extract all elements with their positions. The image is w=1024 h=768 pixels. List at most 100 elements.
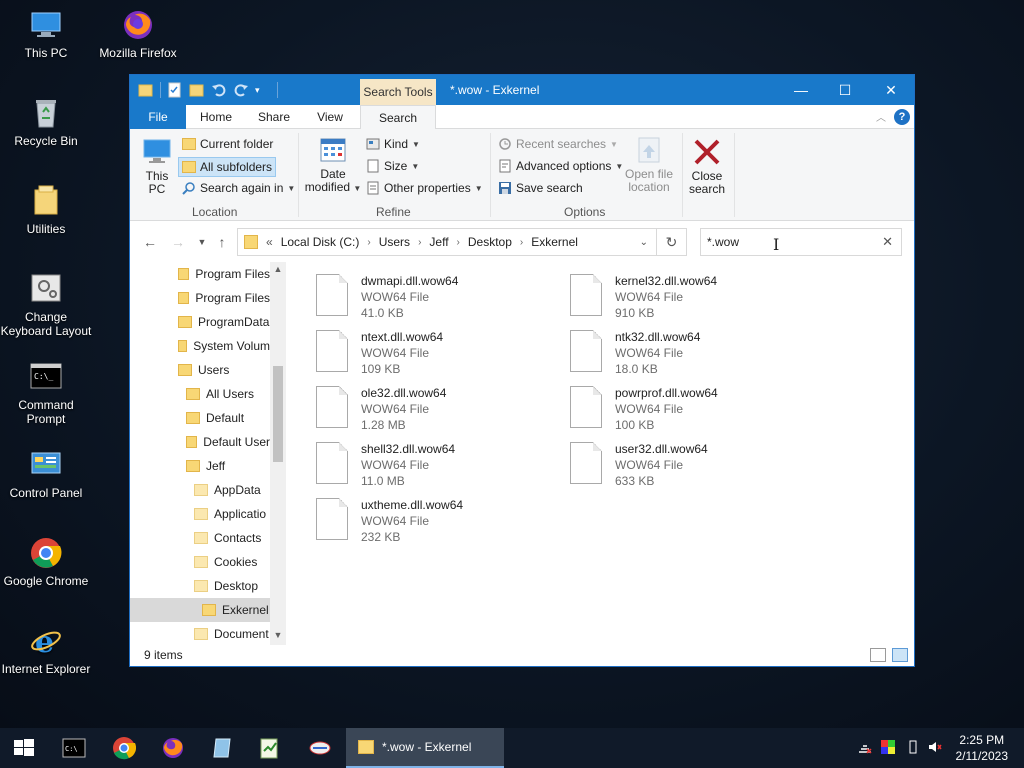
taskbar-notepad-icon[interactable] — [258, 736, 282, 760]
search-again-in-button[interactable]: Search again in ▼ — [182, 181, 295, 195]
nav-item[interactable]: Default User — [130, 430, 270, 454]
nav-item[interactable]: Program Files — [130, 262, 270, 286]
this-pc-button[interactable]: This PC — [140, 137, 174, 196]
volume-muted-icon[interactable] — [928, 740, 942, 754]
address-overflow[interactable]: « — [266, 235, 273, 249]
clear-search-icon[interactable]: ✕ — [882, 229, 893, 255]
color-app-icon[interactable] — [881, 740, 895, 754]
file-item[interactable]: ntk32.dll.wow64 WOW64 File 18.0 KB — [544, 326, 794, 378]
nav-item[interactable]: Desktop — [130, 574, 270, 598]
maximize-button[interactable]: ☐ — [822, 75, 868, 105]
save-search-button[interactable]: Save search — [498, 181, 583, 195]
desktop-icon-internet-explorer[interactable]: e Internet Explorer — [0, 624, 92, 676]
taskbar-chrome-icon[interactable] — [112, 736, 137, 760]
properties-icon[interactable] — [167, 82, 183, 98]
tab-share[interactable]: Share — [246, 105, 302, 129]
scroll-down-icon[interactable]: ▼ — [270, 630, 286, 640]
date-modified-button[interactable]: Date modified ▼ — [304, 135, 362, 195]
chevron-down-icon: ▼ — [474, 183, 483, 193]
desktop-icon-firefox[interactable]: Mozilla Firefox — [92, 8, 184, 60]
breadcrumb-desktop[interactable]: Desktop — [468, 235, 512, 249]
address-dropdown-icon[interactable]: ⌄ — [640, 237, 648, 248]
breadcrumb-exkernel[interactable]: Exkernel — [531, 235, 578, 249]
desktop-icon-utilities[interactable]: Utilities — [0, 184, 92, 236]
undo-icon[interactable] — [211, 82, 227, 98]
taskbar-command-prompt-icon[interactable]: C:\ — [62, 736, 86, 760]
advanced-options-button[interactable]: Advanced options ▼ — [498, 159, 623, 173]
taskbar-network-icon[interactable] — [308, 736, 332, 760]
nav-item[interactable]: Contacts — [130, 526, 270, 550]
file-item[interactable]: dwmapi.dll.wow64 WOW64 File 41.0 KB — [290, 270, 540, 322]
tab-home[interactable]: Home — [188, 105, 244, 129]
scroll-thumb[interactable] — [273, 366, 283, 462]
network-icon[interactable] — [858, 740, 872, 754]
tiles-view-icon[interactable] — [892, 648, 908, 662]
taskbar-task-file-explorer[interactable]: *.wow - Exkernel — [346, 728, 504, 768]
all-subfolders-button[interactable]: All subfolders — [178, 157, 277, 177]
desktop-icon-control-panel[interactable]: Control Panel — [0, 448, 92, 500]
file-item[interactable]: kernel32.dll.wow64 WOW64 File 910 KB — [544, 270, 794, 322]
desktop-icon-label: Change Keyboard Layout — [0, 310, 92, 338]
help-icon[interactable]: ? — [894, 109, 910, 125]
file-item[interactable]: user32.dll.wow64 WOW64 File 633 KB — [544, 438, 794, 490]
kind-button[interactable]: Kind ▼ — [366, 137, 420, 151]
customize-toolbar-icon[interactable]: ▾ — [255, 82, 271, 98]
up-button[interactable]: ↑ — [212, 234, 232, 250]
title-bar[interactable]: ▾ Search Tools *.wow - Exkernel — ☐ ✕ — [130, 75, 914, 105]
taskbar-app-icon[interactable] — [210, 736, 234, 760]
taskbar-firefox-icon[interactable] — [161, 736, 185, 760]
start-button[interactable] — [0, 728, 48, 768]
open-file-location-button[interactable]: Open file location — [622, 135, 676, 194]
folder-icon — [194, 508, 208, 520]
tab-search[interactable]: Search — [360, 105, 436, 130]
file-item[interactable]: shell32.dll.wow64 WOW64 File 11.0 MB — [290, 438, 540, 490]
nav-item[interactable]: Program Files — [130, 286, 270, 310]
current-folder-button[interactable]: Current folder — [182, 137, 273, 151]
forward-button[interactable]: → — [168, 234, 188, 250]
desktop-icon-command-prompt[interactable]: C:\_ Command Prompt — [0, 360, 92, 426]
scroll-up-icon[interactable]: ▲ — [270, 264, 286, 274]
nav-item[interactable]: Jeff — [130, 454, 270, 478]
nav-item[interactable]: Users — [130, 358, 270, 382]
desktop-icon-google-chrome[interactable]: Google Chrome — [0, 536, 92, 588]
file-item[interactable]: powrprof.dll.wow64 WOW64 File 100 KB — [544, 382, 794, 434]
desktop-icon-this-pc[interactable]: This PC — [0, 8, 92, 60]
nav-item[interactable]: AppData — [130, 478, 270, 502]
nav-item[interactable]: All Users — [130, 382, 270, 406]
details-view-icon[interactable] — [870, 648, 886, 662]
recent-locations-button[interactable]: ▼ — [192, 237, 212, 247]
usb-icon[interactable] — [906, 740, 920, 754]
desktop-icon-change-keyboard-layout[interactable]: Change Keyboard Layout — [0, 272, 93, 338]
nav-item[interactable]: Default — [130, 406, 270, 430]
nav-item[interactable]: ProgramData — [130, 310, 270, 334]
minimize-button[interactable]: — — [778, 75, 824, 105]
search-input[interactable]: *.wow I ✕ — [700, 228, 902, 256]
collapse-ribbon-icon[interactable]: ︿ — [876, 109, 886, 124]
back-button[interactable]: ← — [140, 234, 160, 250]
chrome-icon — [29, 536, 63, 570]
nav-item[interactable]: System Volum — [130, 334, 270, 358]
breadcrumb-jeff[interactable]: Jeff — [429, 235, 448, 249]
system-clock[interactable]: 2:25 PM 2/11/2023 — [956, 732, 1009, 764]
address-bar[interactable]: « Local Disk (C:) › Users › Jeff › Deskt… — [237, 228, 657, 256]
file-item[interactable]: ntext.dll.wow64 WOW64 File 109 KB — [290, 326, 540, 378]
close-search-button[interactable]: Close search — [686, 137, 728, 196]
close-button[interactable]: ✕ — [868, 75, 914, 105]
nav-item[interactable]: Exkernel — [130, 598, 270, 622]
file-item[interactable]: ole32.dll.wow64 WOW64 File 1.28 MB — [290, 382, 540, 434]
nav-item[interactable]: Applicatio — [130, 502, 270, 526]
refresh-button[interactable]: ↻ — [657, 228, 687, 256]
desktop-icon-recycle-bin[interactable]: Recycle Bin — [0, 96, 92, 148]
breadcrumb-users[interactable]: Users — [379, 235, 410, 249]
other-properties-button[interactable]: Other properties ▼ — [366, 181, 483, 195]
tab-view[interactable]: View — [304, 105, 356, 129]
nav-scrollbar[interactable]: ▲ ▼ — [270, 262, 286, 645]
redo-icon[interactable] — [233, 82, 249, 98]
file-item[interactable]: uxtheme.dll.wow64 WOW64 File 232 KB — [290, 494, 540, 546]
nav-item[interactable]: Document — [130, 622, 270, 645]
nav-item[interactable]: Cookies — [130, 550, 270, 574]
new-folder-icon[interactable] — [189, 82, 205, 98]
breadcrumb-local-disk[interactable]: Local Disk (C:) — [281, 235, 360, 249]
size-button[interactable]: Size ▼ — [366, 159, 419, 173]
recent-searches-button[interactable]: Recent searches ▼ — [498, 137, 618, 151]
